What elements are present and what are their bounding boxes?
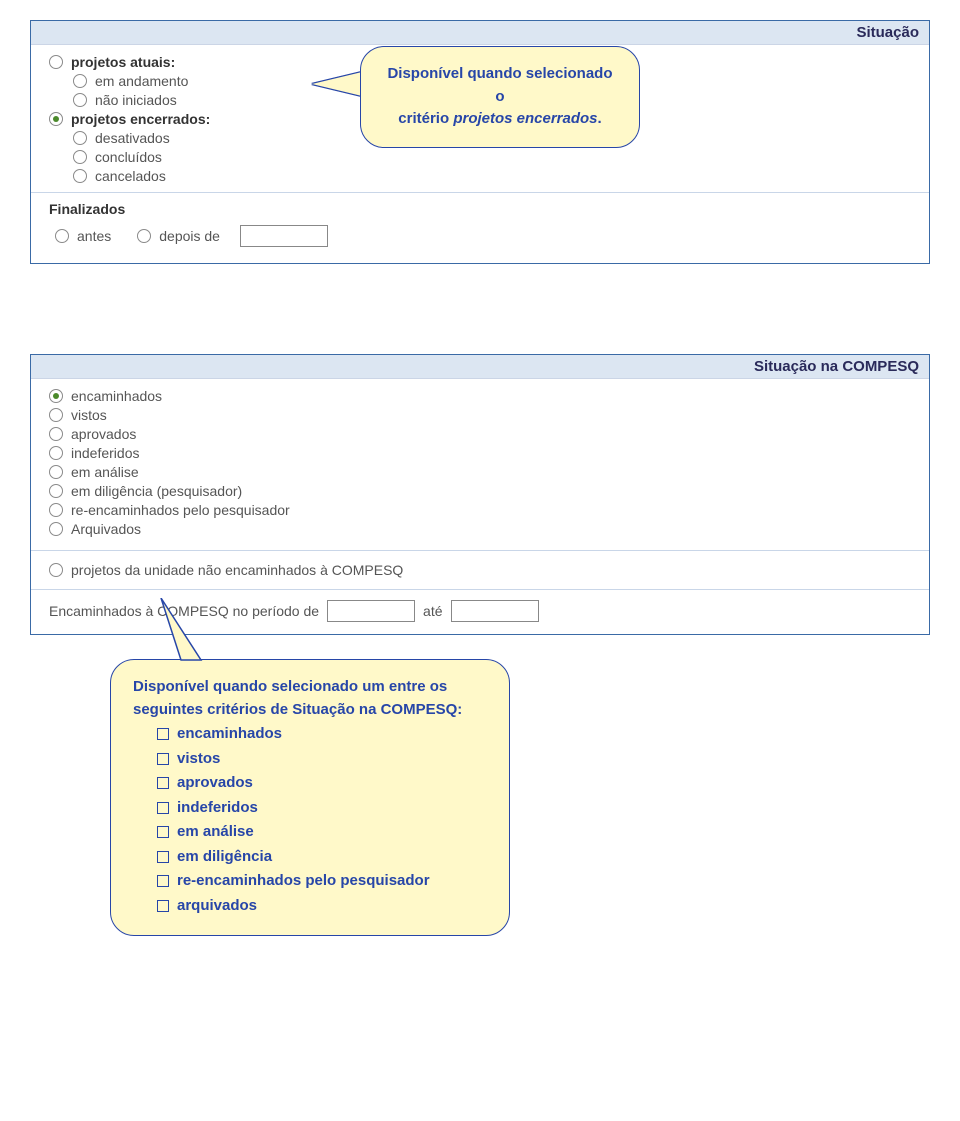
checkbox-icon [157, 802, 169, 814]
checkbox-icon [157, 777, 169, 789]
radio-icon [49, 55, 63, 69]
label-indeferidos: indeferidos [71, 445, 140, 461]
label-concluidos: concluídos [95, 149, 162, 165]
checkbox-icon [157, 851, 169, 863]
radio-icon-checked [49, 112, 63, 126]
radio-icon [73, 74, 87, 88]
checkbox-icon [157, 826, 169, 838]
radio-aprovados[interactable]: aprovados [49, 426, 911, 442]
label-finalizados: Finalizados [49, 201, 911, 217]
label-nao-iniciados: não iniciados [95, 92, 177, 108]
radio-cancelados[interactable]: cancelados [73, 168, 911, 184]
label-arquivados: Arquivados [71, 521, 141, 537]
radio-icon [55, 229, 69, 243]
check-item: re-encaminhados pelo pesquisador [157, 870, 487, 893]
radio-antes[interactable]: antes [55, 228, 111, 244]
radio-icon [49, 503, 63, 517]
checkbox-icon [157, 728, 169, 740]
check-item: arquivados [157, 895, 487, 918]
callout1-line2-pre: critério [398, 110, 453, 127]
radio-indeferidos[interactable]: indeferidos [49, 445, 911, 461]
callout-compesq: Disponível quando selecionado um entre o… [110, 659, 510, 936]
input-periodo-de[interactable] [327, 600, 415, 622]
radio-concluidos[interactable]: concluídos [73, 149, 911, 165]
radio-em-analise[interactable]: em análise [49, 464, 911, 480]
label-antes: antes [77, 228, 111, 244]
radio-icon [73, 169, 87, 183]
radio-icon [49, 427, 63, 441]
input-periodo-ate[interactable] [451, 600, 539, 622]
radio-icon [73, 150, 87, 164]
check-item: encaminhados [157, 723, 487, 746]
check-item: aprovados [157, 772, 487, 795]
label-nao-encaminhados: projetos da unidade não encaminhados à C… [71, 562, 403, 578]
check-item: em análise [157, 821, 487, 844]
callout-pointer-icon [312, 72, 362, 96]
separator [31, 192, 929, 193]
label-vistos: vistos [71, 407, 107, 423]
check-item: vistos [157, 748, 487, 771]
callout1-line2-post: . [598, 110, 602, 127]
label-encaminhados: encaminhados [71, 388, 162, 404]
label-em-andamento: em andamento [95, 73, 188, 89]
radio-re-encaminhados[interactable]: re-encaminhados pelo pesquisador [49, 502, 911, 518]
radio-icon [137, 229, 151, 243]
label-depois: depois de [159, 228, 220, 244]
situacao-header: Situação [31, 21, 929, 45]
radio-arquivados[interactable]: Arquivados [49, 521, 911, 537]
input-finalizados-data[interactable] [240, 225, 328, 247]
radio-icon [49, 465, 63, 479]
callout-projetos-encerrados: Disponível quando selecionado o critério… [360, 46, 640, 148]
callout-pointer-icon [151, 598, 231, 668]
radio-em-diligencia[interactable]: em diligência (pesquisador) [49, 483, 911, 499]
callout1-line2-italic: projetos encerrados [453, 110, 597, 127]
compesq-header: Situação na COMPESQ [31, 355, 929, 379]
check-item: em diligência [157, 846, 487, 869]
checkbox-icon [157, 875, 169, 887]
radio-icon [73, 131, 87, 145]
callout2-lead: Disponível quando selecionado um entre o… [133, 678, 462, 718]
checkbox-icon [157, 900, 169, 912]
label-em-diligencia: em diligência (pesquisador) [71, 483, 242, 499]
radio-vistos[interactable]: vistos [49, 407, 911, 423]
radio-nao-encaminhados[interactable]: projetos da unidade não encaminhados à C… [49, 562, 911, 578]
label-re-encaminhados: re-encaminhados pelo pesquisador [71, 502, 290, 518]
situacao-compesq-panel: Situação na COMPESQ encaminhados vistos … [30, 354, 930, 635]
radio-icon [49, 484, 63, 498]
check-item: indeferidos [157, 797, 487, 820]
callout1-line1: Disponível quando selecionado o [383, 63, 617, 108]
checkbox-icon [157, 753, 169, 765]
label-em-analise: em análise [71, 464, 139, 480]
label-projetos-atuais: projetos atuais: [71, 54, 175, 70]
radio-icon [49, 446, 63, 460]
label-cancelados: cancelados [95, 168, 166, 184]
label-projetos-encerrados: projetos encerrados: [71, 111, 210, 127]
label-desativados: desativados [95, 130, 170, 146]
radio-encaminhados[interactable]: encaminhados [49, 388, 911, 404]
radio-icon [49, 408, 63, 422]
radio-depois[interactable]: depois de [137, 228, 220, 244]
radio-icon [73, 93, 87, 107]
label-aprovados: aprovados [71, 426, 136, 442]
label-ate: até [423, 603, 442, 619]
radio-icon-checked [49, 389, 63, 403]
radio-icon [49, 563, 63, 577]
radio-icon [49, 522, 63, 536]
